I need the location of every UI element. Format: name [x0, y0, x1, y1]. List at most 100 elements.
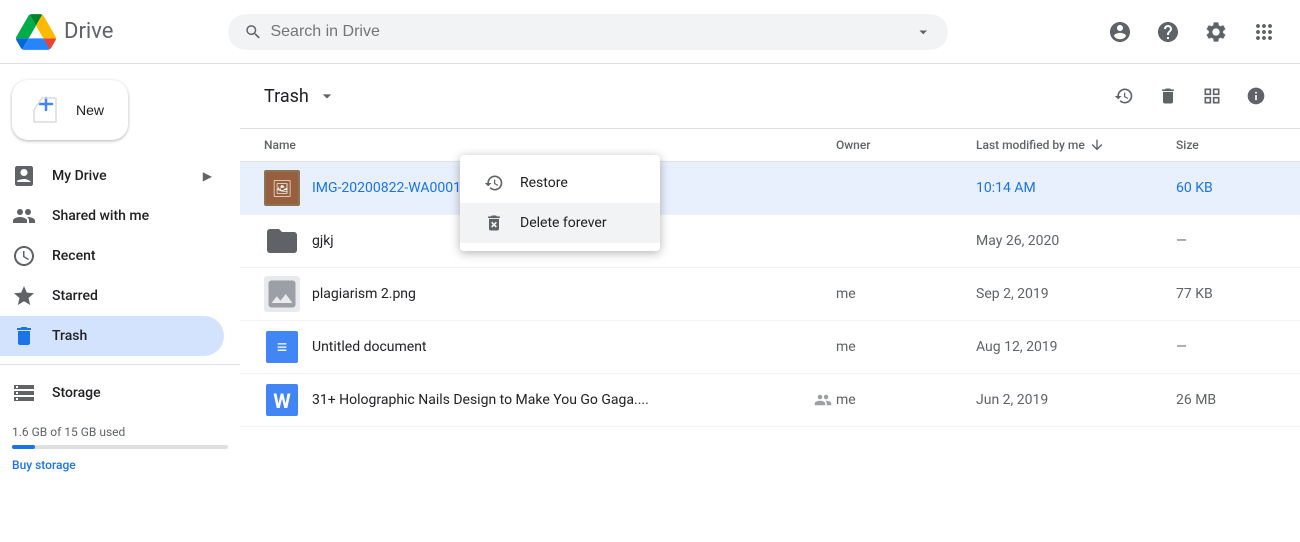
- sidebar: New My Drive ▶ Shared with me: [0, 64, 240, 542]
- buy-storage-link[interactable]: Buy storage: [12, 458, 76, 472]
- storage-icon: [12, 381, 36, 405]
- file-owner: me: [836, 392, 976, 408]
- recent-icon: [12, 244, 36, 268]
- sidebar-item-recent-label: Recent: [52, 248, 96, 264]
- sidebar-item-recent[interactable]: Recent: [0, 236, 224, 276]
- search-icon: [244, 22, 262, 42]
- file-list-header: Name Owner Last modified by me Size: [240, 129, 1300, 162]
- sidebar-divider: [0, 364, 240, 365]
- file-name: plagiarism 2.png: [312, 286, 836, 302]
- column-owner: Owner: [836, 138, 976, 152]
- new-button[interactable]: New: [12, 80, 128, 140]
- file-icon-img: 🖼: [264, 170, 300, 206]
- help-icon: [1156, 20, 1180, 44]
- file-owner: me: [836, 286, 976, 302]
- delete-forever-icon: [484, 213, 504, 233]
- file-owner: me: [836, 339, 976, 355]
- title-dropdown-icon[interactable]: [317, 86, 337, 106]
- context-menu-restore[interactable]: Restore: [460, 163, 660, 203]
- table-row[interactable]: 🖼 IMG-20200822-WA0001.jp 10:14 AM 60 KB: [240, 162, 1300, 215]
- storage-usage: 1.6 GB of 15 GB used: [12, 425, 228, 439]
- drive-logo-icon: [16, 12, 56, 52]
- sidebar-storage-label: Storage: [52, 385, 101, 401]
- main-layout: New My Drive ▶ Shared with me: [0, 64, 1300, 542]
- delete-forever-label: Delete forever: [520, 215, 607, 231]
- storage-bar-fill: [12, 445, 35, 449]
- table-row[interactable]: W 31+ Holographic Nails Design to Make Y…: [240, 374, 1300, 427]
- file-list: 🖼 IMG-20200822-WA0001.jp 10:14 AM 60 KB: [240, 162, 1300, 542]
- page-title: Trash: [264, 86, 309, 107]
- svg-text:🖼: 🖼: [272, 179, 292, 198]
- file-size: 60 KB: [1176, 180, 1276, 196]
- new-button-label: New: [76, 102, 104, 118]
- storage-section: 1.6 GB of 15 GB used Buy storage: [0, 413, 240, 485]
- search-bar[interactable]: [228, 14, 948, 50]
- column-size: Size: [1176, 138, 1276, 152]
- context-menu-delete-forever[interactable]: Delete forever: [460, 203, 660, 243]
- apps-button[interactable]: [1244, 12, 1284, 52]
- svg-text:≡: ≡: [277, 337, 288, 358]
- restore-from-trash-button[interactable]: [1104, 76, 1144, 116]
- settings-button[interactable]: [1196, 12, 1236, 52]
- help-button[interactable]: [1148, 12, 1188, 52]
- search-input[interactable]: [270, 23, 905, 41]
- info-icon: [1246, 86, 1266, 106]
- file-icon-folder: [264, 223, 300, 259]
- apps-icon: [1252, 20, 1276, 44]
- restore-icon: [1114, 86, 1134, 106]
- file-size: 77 KB: [1176, 286, 1276, 302]
- account-button[interactable]: [1100, 12, 1140, 52]
- content-header: Trash: [240, 64, 1300, 129]
- file-size: 26 MB: [1176, 392, 1276, 408]
- settings-icon: [1204, 20, 1228, 44]
- logo: Drive: [16, 12, 216, 52]
- sidebar-item-my-drive-label: My Drive: [52, 168, 107, 184]
- shared-with-me-icon: [12, 204, 36, 228]
- sort-icon: [1089, 137, 1105, 153]
- shared-icon: [814, 391, 832, 409]
- header-actions: [1100, 12, 1284, 52]
- new-button-icon: [28, 92, 64, 128]
- file-size: —: [1176, 233, 1276, 249]
- file-size: —: [1176, 339, 1276, 355]
- app-name: Drive: [64, 19, 113, 44]
- sidebar-item-starred-label: Starred: [52, 288, 98, 304]
- info-button[interactable]: [1236, 76, 1276, 116]
- table-row[interactable]: plagiarism 2.png me Sep 2, 2019 77 KB: [240, 268, 1300, 321]
- empty-trash-button[interactable]: [1148, 76, 1188, 116]
- restore-context-icon: [484, 173, 504, 193]
- my-drive-icon: [12, 164, 36, 188]
- file-modified: Aug 12, 2019: [976, 339, 1176, 355]
- trash-icon: [12, 324, 36, 348]
- file-name: 31+ Holographic Nails Design to Make You…: [312, 392, 814, 408]
- file-icon-png: [264, 276, 300, 312]
- file-modified: May 26, 2020: [976, 233, 1176, 249]
- file-modified: Jun 2, 2019: [976, 392, 1176, 408]
- account-icon: [1108, 20, 1132, 44]
- table-row[interactable]: gjkj May 26, 2020 —: [240, 215, 1300, 268]
- content-header-actions: [1104, 76, 1276, 116]
- column-modified: Last modified by me: [976, 137, 1176, 153]
- file-modified: 10:14 AM: [976, 180, 1176, 196]
- column-name: Name: [264, 138, 836, 152]
- file-modified: Sep 2, 2019: [976, 286, 1176, 302]
- sidebar-item-shared-with-me[interactable]: Shared with me: [0, 196, 224, 236]
- delete-icon: [1158, 86, 1178, 106]
- context-menu: Restore Delete forever: [460, 155, 660, 251]
- file-name: Untitled document: [312, 339, 836, 355]
- app-header: Drive: [0, 0, 1300, 64]
- file-icon-doc: ≡: [264, 329, 300, 365]
- sidebar-storage: Storage: [0, 373, 240, 413]
- table-row[interactable]: ≡ Untitled document me Aug 12, 2019 —: [240, 321, 1300, 374]
- sidebar-item-my-drive[interactable]: My Drive ▶: [0, 156, 224, 196]
- grid-view-button[interactable]: [1192, 76, 1232, 116]
- collapse-icon: ▶: [203, 169, 212, 183]
- file-icon-doc2: W: [264, 382, 300, 418]
- starred-icon: [12, 284, 36, 308]
- sidebar-item-trash-label: Trash: [52, 328, 87, 344]
- sidebar-item-starred[interactable]: Starred: [0, 276, 224, 316]
- content-area: Trash: [240, 64, 1300, 542]
- search-dropdown-icon[interactable]: [914, 22, 932, 42]
- sidebar-item-trash[interactable]: Trash: [0, 316, 224, 356]
- sidebar-item-shared-label: Shared with me: [52, 208, 149, 224]
